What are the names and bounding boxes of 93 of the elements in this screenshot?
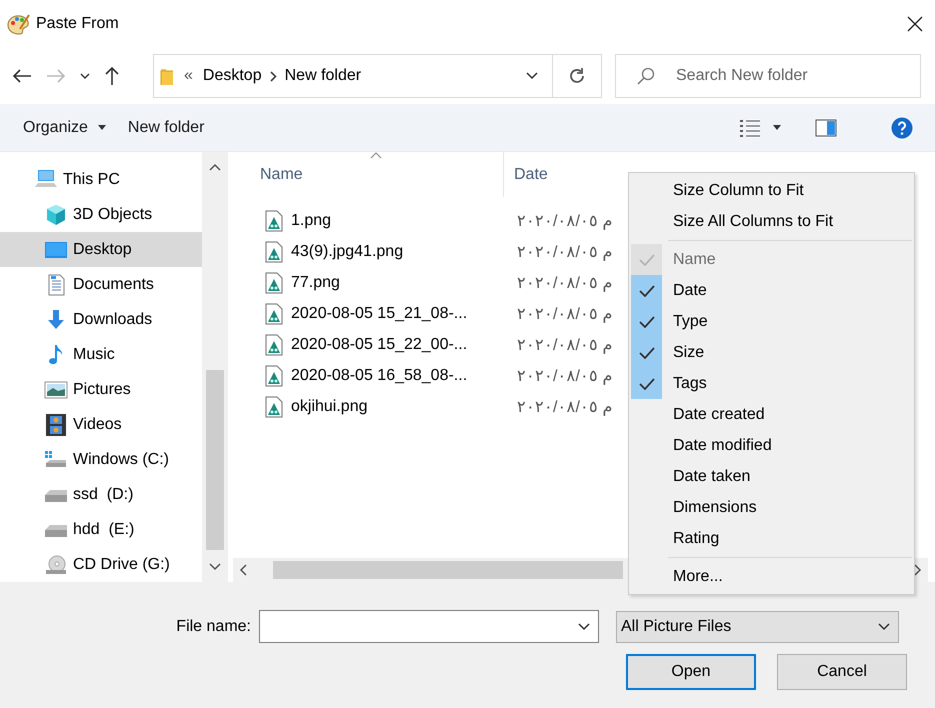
nav-item[interactable]: Documents — [0, 267, 202, 302]
back-arrow-icon[interactable] — [12, 68, 32, 84]
nav-item[interactable]: Music — [0, 337, 202, 372]
file-name[interactable]: okjihui.png — [233, 396, 507, 418]
menu-item[interactable]: Date taken — [662, 468, 750, 486]
file-name-field[interactable] — [259, 610, 599, 643]
recent-locations-icon[interactable] — [80, 72, 90, 80]
menu-item[interactable]: Dimensions — [662, 498, 757, 516]
checkmark-icon — [638, 316, 654, 328]
address-bar[interactable]: « Desktop New folder — [153, 54, 602, 98]
search-icon — [637, 67, 655, 85]
file-name-label: File name: — [175, 618, 252, 636]
search-field[interactable]: Search New folder — [615, 54, 921, 98]
checkmark-icon — [638, 378, 654, 390]
file-date: ٢٠٢٠/٠٨/٠٥ م — [516, 242, 612, 262]
close-icon[interactable] — [907, 16, 923, 32]
dialog-button[interactable]: Cancel — [777, 654, 907, 690]
window-title: Paste From — [36, 15, 120, 33]
dropdown-icon — [526, 72, 538, 80]
column-header[interactable]: Date — [504, 152, 548, 197]
checkmark-icon — [638, 346, 654, 358]
new-folder-button[interactable]: New folder — [116, 112, 216, 142]
image-file-icon — [265, 302, 283, 324]
menu-checkbox[interactable] — [631, 275, 662, 306]
disc-icon — [44, 552, 68, 576]
nav-item[interactable]: ssd (D:) — [0, 477, 202, 512]
file-name[interactable]: 2020-08-05 15_21_08-... — [233, 302, 507, 324]
file-date: ٢٠٢٠/٠٨/٠٥ م — [516, 366, 612, 386]
nav-item[interactable]: 3D Objects — [0, 197, 202, 232]
nav-item[interactable]: This PC — [0, 162, 202, 197]
file-type-dropdown[interactable]: All Picture Files — [616, 610, 899, 642]
checkmark-icon — [638, 284, 654, 296]
image-file-icon — [265, 334, 283, 356]
menu-item[interactable]: Date modified — [662, 436, 772, 454]
chevron-icon — [270, 70, 277, 82]
menu-item[interactable]: Date created — [662, 406, 765, 424]
column-header[interactable]: Name — [233, 152, 504, 197]
caret-icon — [98, 125, 106, 130]
refresh-icon[interactable] — [568, 67, 586, 85]
nav-item[interactable]: hdd (E:) — [0, 512, 202, 547]
dropdown-icon — [578, 622, 590, 630]
scroll-left-icon[interactable] — [239, 564, 247, 576]
menu-item[interactable]: Size Column to Fit — [662, 182, 804, 200]
palette-icon — [6, 13, 30, 35]
dialog-button[interactable]: Open — [626, 654, 756, 690]
breadcrumb[interactable]: New folder — [284, 67, 362, 85]
file-name[interactable]: 77.png — [233, 272, 507, 294]
preview-pane-icon[interactable] — [815, 118, 837, 136]
file-date: ٢٠٢٠/٠٨/٠٥ م — [516, 274, 612, 292]
dropdown-icon — [878, 622, 890, 630]
scrollbar-thumb[interactable] — [273, 561, 623, 579]
image-file-icon — [265, 240, 283, 262]
folder-icon — [160, 66, 174, 86]
menu-item[interactable]: Size All Columns to Fit — [662, 212, 834, 230]
menu-item[interactable]: Date — [662, 282, 707, 300]
scrollbar-thumb[interactable] — [206, 370, 224, 550]
file-date: ٢٠٢٠/٠٨/٠٥ م — [516, 336, 612, 354]
image-file-icon — [265, 396, 283, 418]
file-name[interactable]: 1.png — [233, 210, 507, 232]
help-icon[interactable] — [891, 116, 913, 138]
menu-item[interactable]: Type — [662, 312, 708, 330]
menu-item[interactable]: More... — [662, 568, 723, 586]
menu-checkbox[interactable] — [631, 368, 662, 399]
up-arrow-icon[interactable] — [104, 66, 120, 86]
overflow-marker[interactable]: « — [184, 67, 193, 85]
file-name[interactable]: 43(9).jpg41.png — [233, 240, 507, 262]
menu-item[interactable]: Rating — [662, 530, 720, 548]
checkmark-icon — [638, 254, 654, 266]
file-date: ٢٠٢٠/٠٨/٠٥ م — [516, 398, 612, 416]
nav-item[interactable]: Downloads — [0, 302, 202, 337]
scroll-up-icon[interactable] — [209, 163, 221, 171]
file-name[interactable]: 2020-08-05 15_22_00-... — [233, 334, 507, 356]
view-options-icon[interactable] — [739, 118, 761, 138]
file-name[interactable]: 2020-08-05 16_58_08-... — [233, 364, 507, 386]
file-date: ٢٠٢٠/٠٨/٠٥ م — [516, 304, 612, 324]
organize-menu[interactable]: Organize — [12, 112, 117, 142]
nav-item[interactable]: Windows (C:) — [0, 442, 202, 477]
caret-icon — [773, 125, 781, 130]
nav-item[interactable]: Videos — [0, 407, 202, 442]
cube-icon — [44, 202, 68, 226]
menu-item[interactable]: Tags — [662, 374, 707, 392]
nav-item[interactable]: Desktop — [0, 232, 202, 267]
scroll-right-icon[interactable] — [914, 564, 922, 576]
nav-item[interactable]: Pictures — [0, 372, 202, 407]
breadcrumb[interactable]: Desktop — [202, 67, 262, 85]
image-file-icon — [265, 364, 283, 386]
image-file-icon — [265, 210, 283, 232]
menu-item[interactable]: Size — [662, 344, 704, 362]
nav-item[interactable]: CD Drive (G:) — [0, 547, 202, 582]
film-strip-icon — [44, 412, 68, 436]
image-file-icon — [265, 272, 283, 294]
file-date: ٢٠٢٠/٠٨/٠٥ م — [516, 212, 612, 230]
scroll-down-icon[interactable] — [209, 563, 221, 571]
